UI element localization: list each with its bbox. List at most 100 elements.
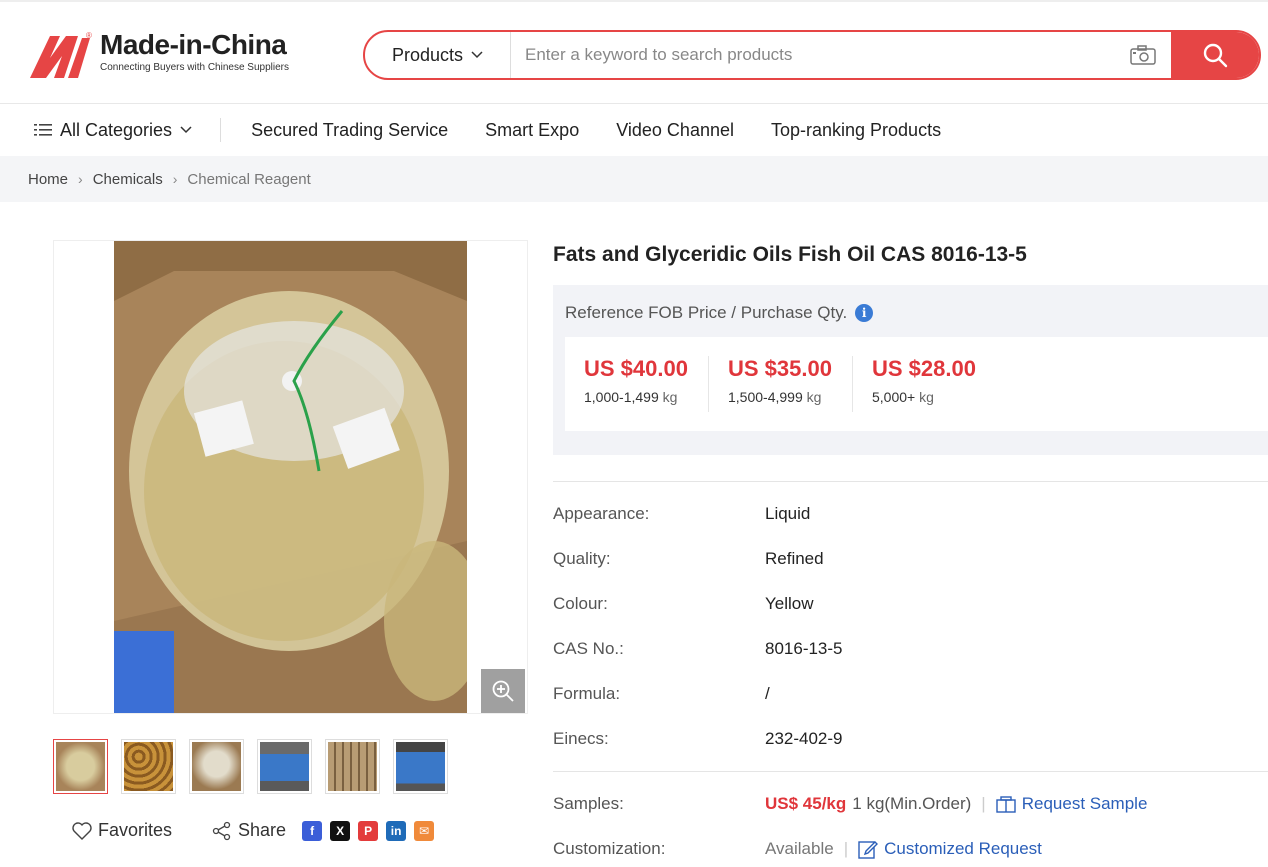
product-photo xyxy=(114,241,467,713)
brand-tagline: Connecting Buyers with Chinese Suppliers xyxy=(100,62,289,73)
thumbnail[interactable] xyxy=(189,739,244,794)
product-actions: Favorites Share f X P in ✉ xyxy=(72,820,435,841)
search-icon xyxy=(1203,43,1228,68)
breadcrumb-chemical-reagent[interactable]: Chemical Reagent xyxy=(187,171,310,188)
tier-price: US $35.00 xyxy=(728,356,832,381)
tier-unit: kg xyxy=(662,389,678,405)
request-sample-label: Request Sample xyxy=(1021,794,1148,813)
thumbnail[interactable] xyxy=(121,739,176,794)
image-search-button[interactable] xyxy=(1115,32,1171,78)
search-bar: Products xyxy=(363,30,1261,80)
price-tier: US $35.00 1,500-4,999 kg xyxy=(709,356,853,412)
search-type-label: Products xyxy=(391,44,464,65)
breadcrumb-chemicals[interactable]: Chemicals xyxy=(93,171,163,188)
attribute-value: Liquid xyxy=(765,504,811,523)
attribute-row: Quality: Refined xyxy=(553,549,824,569)
price-tiers: US $40.00 1,000-1,499 kg US $35.00 1,500… xyxy=(565,337,1268,431)
product-title: Fats and Glyceridic Oils Fish Oil CAS 80… xyxy=(553,243,1027,266)
site-logo[interactable]: ® Made-in-China Connecting Buyers with C… xyxy=(28,30,289,80)
customized-request-link[interactable]: Customized Request xyxy=(858,839,1042,859)
search-button[interactable] xyxy=(1171,32,1259,78)
chevron-right-icon: › xyxy=(78,171,83,187)
breadcrumb: Home › Chemicals › Chemical Reagent xyxy=(0,156,1268,202)
attribute-row: Colour: Yellow xyxy=(553,594,814,614)
attribute-key: Colour: xyxy=(553,594,608,613)
linkedin-icon[interactable]: in xyxy=(386,820,407,841)
product-photo-illustration xyxy=(114,241,467,713)
zoom-button[interactable] xyxy=(481,669,525,713)
thumbnail[interactable] xyxy=(257,739,312,794)
share-button[interactable]: Share xyxy=(212,820,286,841)
attribute-key: CAS No.: xyxy=(553,639,624,658)
price-tier: US $28.00 5,000+ kg xyxy=(853,356,997,412)
attribute-key: Einecs: xyxy=(553,729,609,748)
samples-key: Samples: xyxy=(553,794,624,813)
gift-box-icon xyxy=(996,796,1016,813)
search-type-dropdown[interactable]: Products xyxy=(365,32,511,78)
favorites-button[interactable]: Favorites xyxy=(72,820,172,841)
attribute-row: CAS No.: 8016-13-5 xyxy=(553,639,843,659)
chevron-right-icon: › xyxy=(172,171,178,187)
attribute-value: / xyxy=(765,684,770,703)
svg-text:®: ® xyxy=(86,31,92,40)
tier-price: US $40.00 xyxy=(584,356,688,381)
separator: | xyxy=(981,794,986,813)
logo-mark-icon: ® xyxy=(30,31,92,78)
product-main-image[interactable] xyxy=(53,240,528,714)
sample-min-order: 1 kg(Min.Order) xyxy=(852,794,972,813)
attribute-value: 232-402-9 xyxy=(765,729,843,748)
attribute-value: Refined xyxy=(765,549,824,568)
info-icon[interactable]: i xyxy=(855,304,874,322)
thumbnail[interactable] xyxy=(325,739,380,794)
separator: | xyxy=(843,839,849,858)
samples-row: Samples: US$ 45/kg 1 kg(Min.Order) | Req… xyxy=(553,794,1147,814)
edit-icon xyxy=(858,841,879,859)
attribute-row: Einecs: 232-402-9 xyxy=(553,729,843,749)
nav-smart-expo[interactable]: Smart Expo xyxy=(485,120,579,141)
x-twitter-icon[interactable]: X xyxy=(330,820,351,841)
nav-top-ranking[interactable]: Top-ranking Products xyxy=(771,120,941,141)
customized-request-label: Customized Request xyxy=(884,839,1042,858)
pinterest-icon[interactable]: P xyxy=(358,820,379,841)
attribute-key: Appearance: xyxy=(553,504,650,523)
price-tier: US $40.00 1,000-1,499 kg xyxy=(565,356,709,412)
all-categories-menu[interactable]: All Categories xyxy=(34,118,222,142)
nav-video-channel[interactable]: Video Channel xyxy=(616,120,734,141)
tier-unit: kg xyxy=(919,389,934,405)
thumbnail[interactable] xyxy=(53,739,108,794)
chevron-down-icon xyxy=(471,51,483,59)
share-icon xyxy=(212,821,231,840)
site-header: ® Made-in-China Connecting Buyers with C… xyxy=(0,0,1268,104)
attribute-key: Formula: xyxy=(553,684,621,703)
share-label: Share xyxy=(238,820,287,840)
divider xyxy=(553,481,1268,482)
attribute-row: Formula: / xyxy=(553,684,770,704)
attribute-row: Appearance: Liquid xyxy=(553,504,810,524)
nav-secured-trading[interactable]: Secured Trading Service xyxy=(251,120,448,141)
all-categories-label: All Categories xyxy=(60,119,173,140)
attribute-value: 8016-13-5 xyxy=(765,639,843,658)
customization-key: Customization: xyxy=(553,839,666,858)
tier-unit: kg xyxy=(806,389,822,405)
price-heading: Reference FOB Price / Purchase Qty. xyxy=(565,303,848,322)
facebook-icon[interactable]: f xyxy=(302,820,323,841)
sample-price: US$ 45/kg xyxy=(765,794,847,813)
price-panel: Reference FOB Price / Purchase Qty. i US… xyxy=(553,285,1268,455)
list-icon xyxy=(34,124,52,136)
favorites-label: Favorites xyxy=(98,820,173,840)
brand-name: Made-in-China xyxy=(100,29,287,60)
customization-status: Available xyxy=(765,839,834,858)
main-nav: All Categories Secured Trading Service S… xyxy=(0,104,1268,156)
breadcrumb-home[interactable]: Home xyxy=(28,171,68,188)
chevron-down-icon xyxy=(180,126,192,134)
thumbnail[interactable] xyxy=(393,739,448,794)
email-icon[interactable]: ✉ xyxy=(414,820,435,841)
search-input[interactable] xyxy=(511,32,1115,78)
heart-icon xyxy=(72,821,92,840)
tier-price: US $28.00 xyxy=(872,356,976,381)
divider xyxy=(553,771,1268,772)
tier-qty: 1,500-4,999 xyxy=(728,389,803,405)
attribute-key: Quality: xyxy=(553,549,611,568)
thumbnail-strip xyxy=(53,739,448,794)
request-sample-link[interactable]: Request Sample xyxy=(996,794,1148,814)
